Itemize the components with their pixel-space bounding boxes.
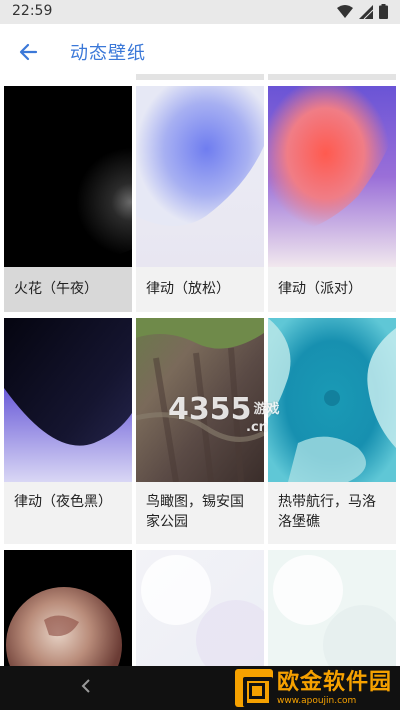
wallpaper-preview-relax: [136, 86, 264, 267]
brand-logo-icon: [234, 668, 273, 707]
status-icons: [337, 4, 388, 19]
watermark-number: 4355: [168, 392, 252, 427]
wallpaper-preview-night: [4, 318, 132, 482]
wifi-icon: [337, 4, 353, 18]
wallpaper-preview-party: [268, 86, 396, 267]
wallpaper-tile[interactable]: 热带航行，马洛洛堡礁: [268, 318, 396, 544]
wallpaper-preview-reef: [268, 318, 396, 482]
wallpaper-preview-pluto: [4, 550, 132, 670]
wallpaper-tile[interactable]: 鸟瞰图，锡安国家公园: [136, 318, 264, 544]
brand-name: 欧金软件园: [276, 669, 392, 695]
wallpaper-preview-abstract-light: [136, 550, 264, 670]
page-title: 动态壁纸: [70, 43, 146, 64]
wallpaper-tile-partial[interactable]: [268, 74, 396, 80]
wallpaper-label: 鸟瞰图，锡安国家公园: [136, 482, 264, 544]
brand-watermark: 欧金软件园 www.apoujin.com: [234, 665, 392, 710]
wallpaper-label: 律动（派对）: [268, 267, 396, 312]
chevron-left-icon: [81, 679, 90, 693]
wallpaper-tile[interactable]: 火花（午夜）: [4, 86, 132, 312]
wallpaper-preview-sparks: [4, 86, 132, 267]
nav-back-button[interactable]: [80, 678, 92, 699]
wallpaper-tile[interactable]: 律动（夜色黑）: [4, 318, 132, 544]
wallpaper-preview-abstract-mint: [268, 550, 396, 670]
wallpaper-label: 律动（放松）: [136, 267, 264, 312]
wallpaper-label: 火花（午夜）: [4, 267, 132, 312]
wallpaper-tile-partial[interactable]: [4, 74, 132, 80]
battery-icon: [379, 4, 388, 19]
wallpaper-tile[interactable]: [136, 550, 264, 670]
watermark-suffix: 游戏: [253, 402, 280, 417]
watermark-domain: .cn: [246, 420, 268, 435]
wallpaper-tile-partial[interactable]: [136, 74, 264, 80]
wallpaper-tile[interactable]: 律动（放松）: [136, 86, 264, 312]
wallpaper-label: 热带航行，马洛洛堡礁: [268, 482, 396, 544]
status-time: 22:59: [12, 3, 53, 19]
wallpaper-grid[interactable]: 火花（午夜） 律动（放松） 律动（派对） 律动（夜色黑） 鸟瞰图，锡安国家公园 …: [0, 74, 400, 670]
status-bar: 22:59: [0, 0, 400, 24]
brand-url: www.apoujin.com: [276, 695, 357, 706]
brand-texts: 欧金软件园 www.apoujin.com: [277, 670, 392, 706]
arrow-left-icon: [19, 43, 38, 61]
app-bar: 动态壁纸: [0, 24, 400, 80]
watermark: 4355 游戏 .cn: [168, 392, 280, 435]
wallpaper-tile[interactable]: 律动（派对）: [268, 86, 396, 312]
back-button[interactable]: [14, 38, 42, 66]
wallpaper-tile[interactable]: [4, 550, 132, 670]
wallpaper-tile[interactable]: [268, 550, 396, 670]
wallpaper-label: 律动（夜色黑）: [4, 482, 132, 544]
signal-icon: [359, 4, 373, 19]
